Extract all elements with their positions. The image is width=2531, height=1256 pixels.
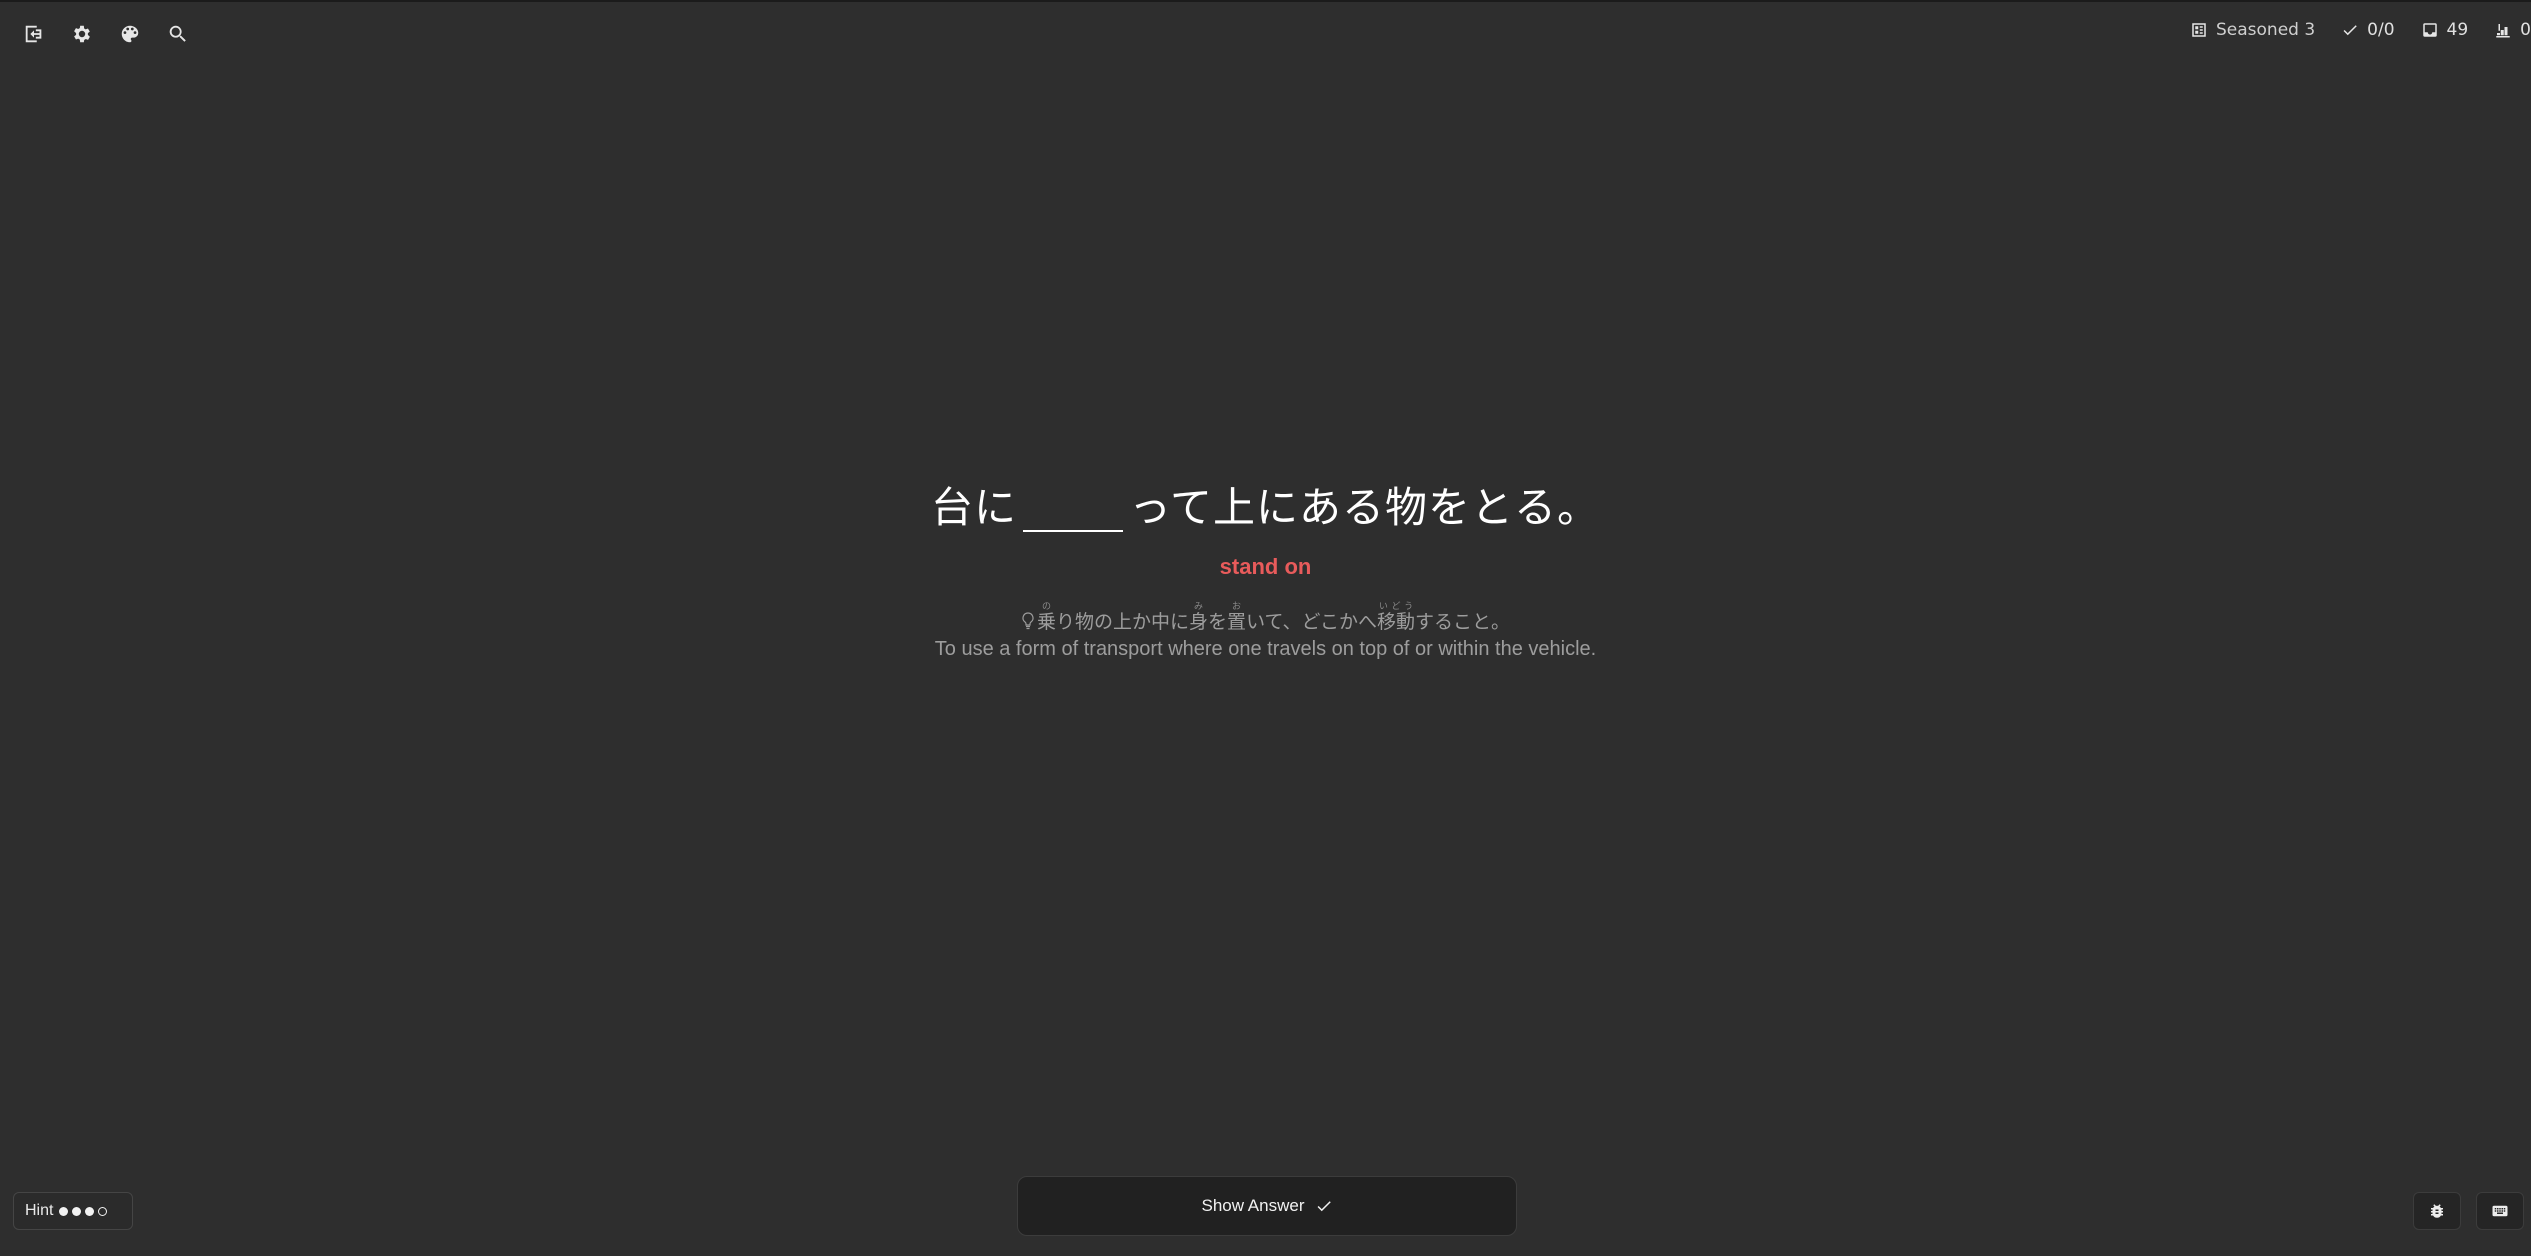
furigana-7: いどう xyxy=(1376,602,1415,612)
report-bug-button[interactable] xyxy=(2413,1192,2461,1230)
palette-icon xyxy=(121,25,139,43)
definition-kanji-1: 乗 xyxy=(1036,611,1056,633)
stairs-count: 0 xyxy=(2520,20,2531,40)
level-map-icon xyxy=(2192,23,2206,37)
sentence-after: って上にある物をとる。 xyxy=(1129,483,1600,532)
exit-button[interactable] xyxy=(18,18,50,50)
furigana-1: の xyxy=(1036,602,1056,612)
definition-text-6: いて、どこかへ xyxy=(1246,611,1377,633)
inbox-count: 49 xyxy=(2446,20,2469,40)
status-bar: Seasoned 3 0/0 49 0 xyxy=(2190,20,2531,40)
show-answer-label: Show Answer xyxy=(1201,1196,1305,1215)
definition-text-2: り物の上か中に xyxy=(1056,611,1190,633)
stairs-icon xyxy=(2496,24,2510,38)
check-icon xyxy=(2343,25,2357,36)
furigana-3: み xyxy=(1189,602,1209,612)
gear-icon xyxy=(74,25,90,43)
definition-ruby-5: 置お xyxy=(1227,602,1247,633)
definition-ruby-1: 乗の xyxy=(1036,602,1056,633)
theme-button[interactable] xyxy=(114,18,146,50)
example-sentence: 台に って上にある物をとる。 xyxy=(0,480,2531,536)
hint-label: Hint xyxy=(25,1202,54,1219)
definition-kanji-7: 移動 xyxy=(1376,611,1415,633)
definition-kanji-5: 置 xyxy=(1227,611,1247,633)
keyboard-shortcuts-button[interactable] xyxy=(2476,1192,2524,1230)
top-toolbar xyxy=(18,18,194,50)
bug-icon xyxy=(2431,1204,2443,1218)
inbox-icon xyxy=(2422,23,2437,37)
hint-dot xyxy=(98,1206,108,1216)
definition-kanji-3: 身 xyxy=(1189,611,1209,633)
hint-dot xyxy=(59,1206,69,1216)
sentence-blank xyxy=(1023,486,1124,532)
search-button[interactable] xyxy=(162,18,194,50)
inbox-stat: 49 xyxy=(2421,20,2469,40)
sentence-before: 台に xyxy=(931,483,1018,532)
hint-dot xyxy=(85,1206,95,1216)
card-meaning: stand on xyxy=(1219,554,1312,579)
definition-text-8: すること。 xyxy=(1415,611,1511,633)
definition-japanese: 乗のり物の上か中に身みを置おいて、どこかへ移動いどうすること。 xyxy=(0,602,2531,636)
settings-button[interactable] xyxy=(66,18,98,50)
exit-icon xyxy=(25,25,42,43)
check-icon xyxy=(1317,1201,1331,1212)
lightbulb-icon xyxy=(1021,610,1035,630)
definition-ruby-3: 身み xyxy=(1189,602,1209,633)
stairs-stat: 0 xyxy=(2494,20,2531,40)
hint-toggle[interactable]: Hint xyxy=(13,1192,133,1230)
hint-dots xyxy=(59,1206,108,1216)
top-border xyxy=(0,0,2531,2)
hint-dot xyxy=(72,1206,82,1216)
srs-level-label: Seasoned 3 xyxy=(2216,20,2316,40)
flashcard: 台に って上にある物をとる。 stand on 乗のり物の上か中に身みを置おいて、… xyxy=(0,480,2531,662)
srs-level: Seasoned 3 xyxy=(2190,20,2315,40)
reviews-stat: 0/0 xyxy=(2341,20,2395,40)
keyboard-icon xyxy=(2492,1205,2508,1217)
definition-english: To use a form of transport where one tra… xyxy=(934,638,1597,660)
furigana-5: お xyxy=(1227,602,1247,612)
search-icon xyxy=(169,25,186,42)
show-answer-button[interactable]: Show Answer xyxy=(1017,1176,1517,1236)
reviews-count: 0/0 xyxy=(2367,20,2395,40)
definition-ruby-7: 移動いどう xyxy=(1376,602,1415,633)
definition-text-4: を xyxy=(1208,611,1228,633)
